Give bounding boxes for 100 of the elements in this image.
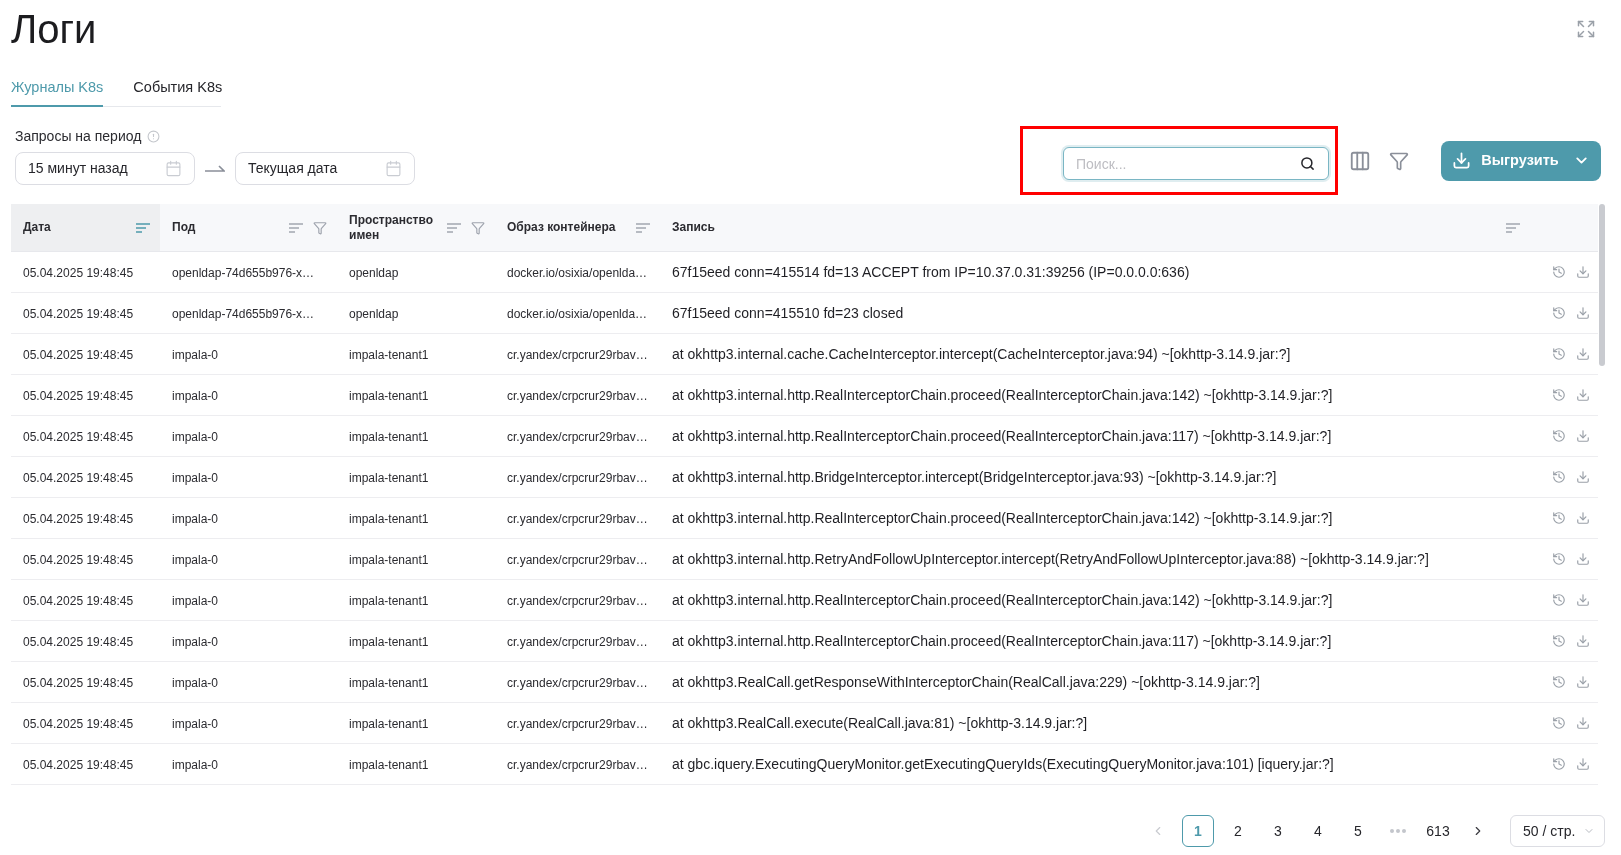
table-cell: openldap-74d655b976-x… xyxy=(172,266,315,280)
download-icon[interactable] xyxy=(1576,757,1590,771)
table-cell: impala-tenant1 xyxy=(349,553,429,567)
table-cell: cr.yandex/crpcrur29rbav… xyxy=(507,389,648,403)
calendar-icon[interactable] xyxy=(165,160,182,177)
sort-icon[interactable] xyxy=(447,222,461,233)
download-icon[interactable] xyxy=(1576,511,1590,525)
column-title: Дата xyxy=(23,220,51,235)
table-cell: impala-tenant1 xyxy=(349,717,429,731)
column-header[interactable]: Под xyxy=(160,204,337,251)
column-header[interactable]: Дата xyxy=(11,204,160,251)
fullscreen-icon[interactable] xyxy=(1576,19,1596,39)
table-cell: impala-0 xyxy=(172,512,219,526)
table-cell: cr.yandex/crpcrur29rbav… xyxy=(507,471,648,485)
history-icon[interactable] xyxy=(1552,757,1566,771)
table-cell: docker.io/osixia/openlda… xyxy=(507,307,648,321)
table-cell: 05.04.2025 19:48:45 xyxy=(23,676,134,690)
table-cell: at okhttp3.internal.cache.CacheInterceptor.intercept(CacheInterceptor.java:94) ~[okhttp-3.14.9.jar:?] xyxy=(672,346,1291,362)
table-cell: impala-0 xyxy=(172,635,219,649)
download-icon[interactable] xyxy=(1576,306,1590,320)
table-cell: impala-tenant1 xyxy=(349,758,429,772)
page-button[interactable]: 2 xyxy=(1222,815,1254,847)
filter-icon[interactable] xyxy=(471,220,485,235)
date-field[interactable]: Текущая дата xyxy=(235,152,415,185)
search-field[interactable]: Поиск... xyxy=(1063,147,1329,180)
period-label: Запросы на период xyxy=(15,126,142,146)
table-cell: impala-tenant1 xyxy=(349,594,429,608)
download-icon[interactable] xyxy=(1576,265,1590,279)
table-cell: at okhttp3.RealCall.execute(RealCall.java:81) ~[okhttp-3.14.9.jar:?] xyxy=(672,715,1088,731)
column-title: Запись xyxy=(672,220,715,235)
table-cell: cr.yandex/crpcrur29rbav… xyxy=(507,717,648,731)
page-button[interactable]: 4 xyxy=(1302,815,1334,847)
download-icon[interactable] xyxy=(1576,675,1590,689)
column-header[interactable]: Пространство имен xyxy=(337,204,495,251)
download-icon[interactable] xyxy=(1576,716,1590,730)
download-icon[interactable] xyxy=(1576,388,1590,402)
filter-icon[interactable] xyxy=(313,220,327,235)
page-button[interactable]: 613 xyxy=(1422,815,1454,847)
history-icon[interactable] xyxy=(1552,511,1566,525)
column-header[interactable]: Образ контейнера xyxy=(495,204,660,251)
calendar-icon[interactable] xyxy=(385,160,402,177)
table-cell: openldap xyxy=(349,266,399,280)
table-cell: openldap xyxy=(349,307,399,321)
search-icon[interactable] xyxy=(1300,156,1315,171)
column-header[interactable]: Запись xyxy=(660,204,1530,251)
history-icon[interactable] xyxy=(1552,675,1566,689)
history-icon[interactable] xyxy=(1552,347,1566,361)
sort-icon[interactable] xyxy=(1506,222,1520,233)
download-icon[interactable] xyxy=(1576,593,1590,607)
table-cell: 05.04.2025 19:48:45 xyxy=(23,512,134,526)
download-icon[interactable] xyxy=(1576,552,1590,566)
table-cell: at okhttp3.internal.http.RealInterceptorChain.proceed(RealInterceptorChain.java:117) ~[okhttp-3.14.9.jar:?] xyxy=(672,428,1332,444)
table-cell: 67f15eed conn=415514 fd=13 ACCEPT from IP=10.37.0.31:39256 (IP=0.0.0.0:636) xyxy=(672,264,1190,280)
history-icon[interactable] xyxy=(1552,552,1566,566)
table-cell: docker.io/osixia/openlda… xyxy=(507,266,648,280)
table-cell: impala-0 xyxy=(172,717,219,731)
table-cell: impala-0 xyxy=(172,430,219,444)
filter-icon[interactable] xyxy=(1389,150,1409,171)
table-cell: cr.yandex/crpcrur29rbav… xyxy=(507,635,648,649)
page-size-select[interactable]: 50 / стр. xyxy=(1510,815,1605,847)
scrollbar-thumb[interactable] xyxy=(1599,204,1605,366)
history-icon[interactable] xyxy=(1552,265,1566,279)
history-icon[interactable] xyxy=(1552,470,1566,484)
download-icon[interactable] xyxy=(1576,470,1590,484)
history-icon[interactable] xyxy=(1552,716,1566,730)
table-cell: impala-tenant1 xyxy=(349,676,429,690)
table-cell: at gbc.iquery.ExecutingQueryMonitor.getExecutingQueryIds(ExecutingQueryMonitor.java:101) [iquery.jar:?] xyxy=(672,756,1334,772)
download-icon[interactable] xyxy=(1576,429,1590,443)
table-cell: impala-tenant1 xyxy=(349,635,429,649)
history-icon[interactable] xyxy=(1552,388,1566,402)
table-cell: at okhttp3.internal.http.RealInterceptorChain.proceed(RealInterceptorChain.java:117) ~[okhttp-3.14.9.jar:?] xyxy=(672,633,1332,649)
table-cell: impala-0 xyxy=(172,758,219,772)
sort-icon[interactable] xyxy=(136,222,150,233)
download-icon[interactable] xyxy=(1576,347,1590,361)
table-cell: impala-tenant1 xyxy=(349,471,429,485)
history-icon[interactable] xyxy=(1552,593,1566,607)
download-icon[interactable] xyxy=(1576,634,1590,648)
history-icon[interactable] xyxy=(1552,306,1566,320)
table-cell: at okhttp3.RealCall.getResponseWithInterceptorChain(RealCall.java:229) ~[okhttp-3.14.9.jar:?] xyxy=(672,674,1260,690)
tab[interactable]: События K8s xyxy=(133,70,223,107)
table-cell: 05.04.2025 19:48:45 xyxy=(23,307,134,321)
table-cell: 05.04.2025 19:48:45 xyxy=(23,348,134,362)
table-cell: impala-0 xyxy=(172,471,219,485)
table-cell: impala-tenant1 xyxy=(349,389,429,403)
sort-icon[interactable] xyxy=(636,222,650,233)
table-cell: at okhttp3.internal.http.RealInterceptorChain.proceed(RealInterceptorChain.java:142) ~[okhttp-3.14.9.jar:?] xyxy=(672,592,1333,608)
table-cell: impala-0 xyxy=(172,594,219,608)
columns-icon[interactable] xyxy=(1349,149,1371,172)
table-cell: 05.04.2025 19:48:45 xyxy=(23,635,134,649)
table-cell: at okhttp3.internal.http.RealInterceptorChain.proceed(RealInterceptorChain.java:142) ~[okhttp-3.14.9.jar:?] xyxy=(672,387,1333,403)
page-button[interactable]: 3 xyxy=(1262,815,1294,847)
table-cell: impala-0 xyxy=(172,553,219,567)
history-icon[interactable] xyxy=(1552,429,1566,443)
history-icon[interactable] xyxy=(1552,634,1566,648)
ellipsis-icon[interactable] xyxy=(1390,829,1406,833)
date-field[interactable]: 15 минут назад xyxy=(15,152,195,185)
column-title: Под xyxy=(172,220,196,235)
sort-icon[interactable] xyxy=(289,222,303,233)
page-button[interactable]: 5 xyxy=(1342,815,1374,847)
info-icon[interactable] xyxy=(147,129,161,143)
